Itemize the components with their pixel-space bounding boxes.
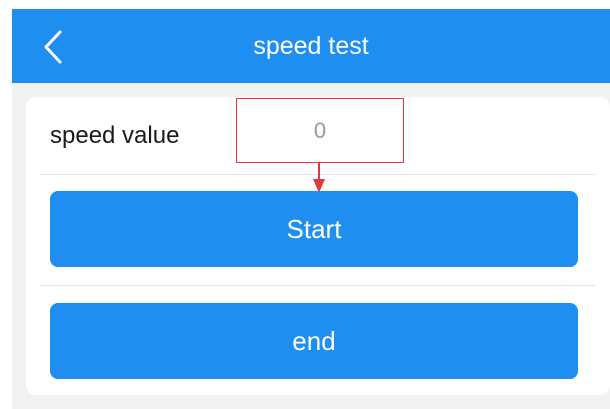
speed-value-input[interactable] xyxy=(236,98,404,163)
speed-value-label: speed value xyxy=(50,122,180,149)
header-bar: speed test xyxy=(12,9,610,83)
settings-card: speed value Start end xyxy=(26,97,610,395)
chevron-left-icon xyxy=(44,30,62,64)
back-button[interactable] xyxy=(38,29,68,65)
red-arrow-down-icon xyxy=(313,163,325,193)
content-area: speed value Start end xyxy=(12,83,610,409)
divider xyxy=(40,285,596,286)
start-button[interactable]: Start xyxy=(50,191,578,267)
end-button[interactable]: end xyxy=(50,303,578,379)
page-title: speed test xyxy=(253,32,369,60)
